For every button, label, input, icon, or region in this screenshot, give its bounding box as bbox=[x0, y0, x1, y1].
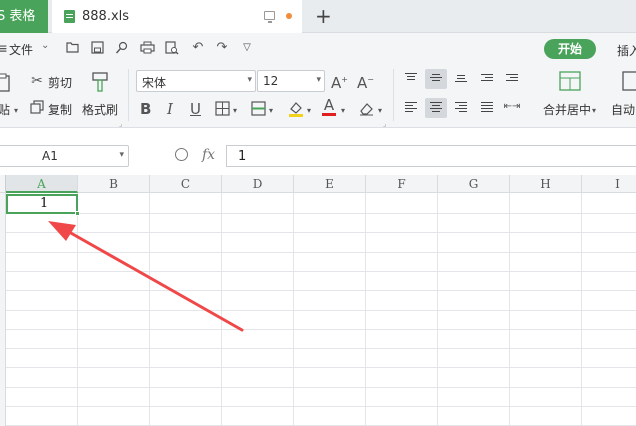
fill-color-dropdown-icon[interactable]: ▾ bbox=[307, 103, 311, 119]
tab-bar: S 表格 888.xls + bbox=[0, 0, 636, 33]
auto-wrap-button[interactable]: 自动 bbox=[611, 101, 635, 118]
align-center-icon[interactable] bbox=[430, 102, 442, 112]
underline-icon[interactable]: U bbox=[190, 101, 201, 117]
increase-indent-icon[interactable] bbox=[506, 74, 518, 84]
ribbon-toolbar: 贴 ▾ ✂ 剪切 复制 格式刷 ⌟ 宋体 ▾ 12 ▾ A+ A− B I U bbox=[0, 63, 636, 128]
increase-font-icon[interactable]: A+ bbox=[331, 72, 348, 91]
zoom-search-icon[interactable] bbox=[175, 148, 188, 161]
start-tab[interactable]: 开始 bbox=[544, 39, 596, 59]
document-tab-label: 888.xls bbox=[82, 9, 130, 24]
save-icon[interactable] bbox=[90, 41, 104, 54]
insert-function-icon[interactable]: fx bbox=[202, 147, 215, 163]
formula-input[interactable]: 1 bbox=[226, 145, 636, 167]
font-color-icon[interactable]: A bbox=[322, 98, 336, 116]
align-top-icon[interactable] bbox=[405, 73, 417, 83]
app-tab[interactable]: S 表格 bbox=[0, 0, 48, 33]
fill-color-icon[interactable] bbox=[287, 99, 305, 121]
font-group-launcher-icon[interactable]: ⌟ bbox=[383, 116, 386, 132]
spreadsheet-file-icon bbox=[64, 10, 75, 23]
unsaved-dot-icon bbox=[286, 13, 292, 19]
app-tab-label: S 表格 bbox=[0, 9, 36, 24]
clear-format-dropdown-icon[interactable]: ▾ bbox=[378, 103, 382, 119]
chevron-down-icon: ▾ bbox=[119, 150, 124, 160]
align-left-icon[interactable] bbox=[405, 102, 417, 112]
font-name-select[interactable]: 宋体 ▾ bbox=[136, 70, 256, 92]
decrease-indent-icon[interactable] bbox=[481, 74, 493, 84]
name-box-value: A1 bbox=[42, 149, 58, 163]
distributed-icon[interactable]: ⇤⇥ bbox=[503, 99, 521, 115]
new-tab-plus-icon[interactable]: + bbox=[315, 4, 332, 28]
document-tab[interactable]: 888.xls bbox=[52, 0, 302, 33]
insert-tab[interactable]: 插入 bbox=[617, 42, 636, 59]
monitor-icon[interactable] bbox=[264, 11, 275, 23]
chevron-down-icon: ▾ bbox=[247, 75, 252, 85]
clear-format-icon[interactable] bbox=[358, 101, 374, 120]
font-size-select[interactable]: 12 ▾ bbox=[257, 70, 325, 92]
merge-cells-icon[interactable] bbox=[559, 71, 581, 91]
align-right-icon[interactable] bbox=[455, 102, 467, 112]
spreadsheet-grid[interactable]: IHGFEDCBA 1 bbox=[0, 175, 636, 426]
open-folder-icon[interactable] bbox=[66, 41, 80, 54]
bold-icon[interactable]: B bbox=[140, 101, 151, 117]
chevron-down-icon[interactable]: ⌄ bbox=[41, 40, 49, 51]
border-icon[interactable] bbox=[215, 101, 230, 120]
format-painter-icon[interactable] bbox=[90, 71, 110, 93]
ribbon-separator bbox=[393, 69, 394, 121]
format-painter-button[interactable]: 格式刷 bbox=[82, 101, 118, 118]
italic-icon[interactable]: I bbox=[167, 101, 173, 117]
font-color-dropdown-icon[interactable]: ▾ bbox=[341, 103, 345, 119]
wrap-text-icon[interactable] bbox=[622, 71, 636, 91]
clipboard-group-launcher-icon[interactable]: ⌟ bbox=[119, 116, 122, 132]
fill-pattern-dropdown-icon[interactable]: ▾ bbox=[269, 103, 273, 119]
quick-access-dropdown-icon[interactable]: ▽ bbox=[240, 41, 254, 54]
menu-hamburger-icon[interactable]: ≡ bbox=[0, 41, 8, 57]
decrease-font-icon[interactable]: A− bbox=[357, 72, 374, 91]
font-name-value: 宋体 bbox=[142, 76, 167, 90]
print-preview-icon[interactable] bbox=[165, 41, 179, 55]
border-dropdown-icon[interactable]: ▾ bbox=[233, 103, 237, 119]
copy-button[interactable]: 复制 bbox=[48, 101, 72, 118]
align-bottom-icon[interactable] bbox=[455, 75, 467, 85]
file-menu[interactable]: 文件 bbox=[9, 41, 33, 58]
paste-icon[interactable] bbox=[0, 73, 12, 93]
annotation-arrow bbox=[48, 221, 244, 332]
print-icon[interactable] bbox=[140, 41, 155, 54]
ribbon-separator bbox=[128, 69, 129, 121]
redo-icon[interactable]: ↷ bbox=[215, 41, 229, 54]
copy-icon[interactable] bbox=[29, 100, 45, 118]
formula-value: 1 bbox=[238, 149, 247, 164]
merge-center-button[interactable]: 合并居中 bbox=[543, 101, 591, 118]
spreadsheet-window: S 表格 888.xls + ≡ 文件 ⌄ ↶ ↷ ▽ 开始 插入 贴 ▾ ✂ … bbox=[0, 0, 636, 426]
merge-dropdown-icon[interactable]: ▾ bbox=[592, 103, 596, 119]
paste-dropdown-icon[interactable]: ▾ bbox=[14, 103, 18, 119]
fill-pattern-icon[interactable] bbox=[251, 101, 266, 120]
formula-bar: A1 ▾ fx 1 bbox=[0, 142, 636, 170]
name-box[interactable]: A1 ▾ bbox=[0, 145, 129, 167]
scissors-icon[interactable]: ✂ bbox=[29, 73, 45, 89]
menu-bar: ≡ 文件 ⌄ ↶ ↷ ▽ 开始 插入 bbox=[0, 33, 636, 63]
font-size-value: 12 bbox=[263, 74, 279, 88]
find-icon[interactable] bbox=[115, 41, 129, 54]
justify-icon[interactable] bbox=[481, 102, 493, 112]
cut-button[interactable]: 剪切 bbox=[48, 74, 72, 91]
chevron-down-icon: ▾ bbox=[316, 75, 321, 85]
align-middle-icon[interactable] bbox=[430, 74, 442, 84]
paste-label[interactable]: 贴 bbox=[0, 101, 10, 118]
undo-icon[interactable]: ↶ bbox=[191, 41, 205, 54]
